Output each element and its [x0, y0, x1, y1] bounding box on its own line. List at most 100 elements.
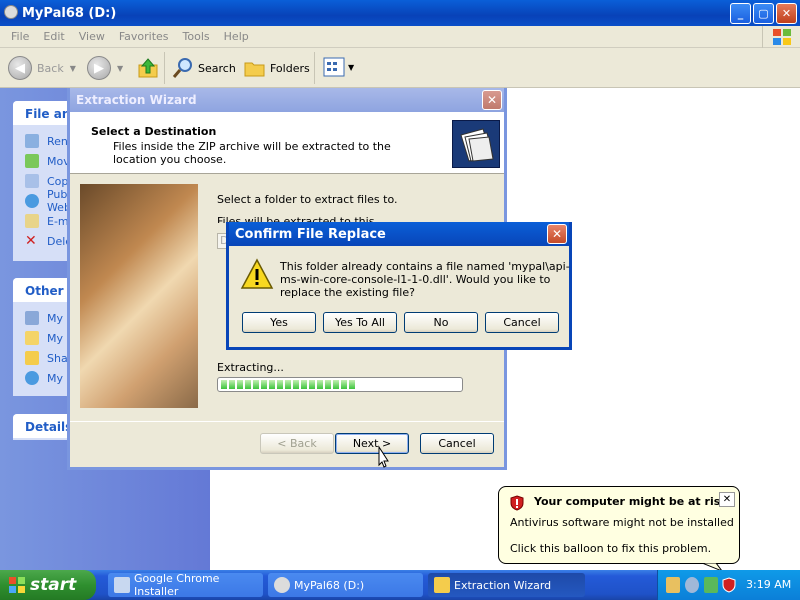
extracting-label: Extracting...	[217, 361, 284, 374]
windows-logo-icon	[762, 26, 800, 48]
drive-task-icon	[274, 577, 290, 593]
rename-icon	[25, 134, 39, 148]
folders-label: Folders	[270, 61, 310, 75]
folders-icon	[244, 62, 265, 77]
folders-graphic-icon	[452, 120, 500, 168]
menu-tools[interactable]: Tools	[183, 30, 210, 43]
progress-block	[293, 380, 299, 389]
progress-block	[261, 380, 267, 389]
progress-block	[309, 380, 315, 389]
wizard-title-bar: Extraction Wizard ✕	[70, 88, 504, 112]
network-icon	[25, 371, 39, 385]
up-folder-icon	[138, 58, 158, 78]
extraction-progress-bar	[217, 377, 463, 392]
forward-arrow-icon: ▶	[87, 56, 111, 80]
wizard-subheading: Files inside the ZIP archive will be ext…	[113, 140, 391, 166]
menu-help[interactable]: Help	[224, 30, 249, 43]
tray-app-icon[interactable]	[666, 577, 680, 593]
menu-view[interactable]: View	[79, 30, 105, 43]
start-label: start	[30, 575, 77, 595]
confirm-message: This folder already contains a file name…	[280, 260, 570, 299]
views-dropdown-icon[interactable]: ▼	[348, 63, 354, 72]
task-mypal68[interactable]: MyPal68 (D:)	[268, 573, 423, 597]
start-button[interactable]: start	[0, 570, 96, 600]
progress-block	[349, 380, 355, 389]
progress-block	[269, 380, 275, 389]
my-computer-icon	[25, 311, 39, 325]
balloon-close-button[interactable]: ✕	[719, 492, 735, 507]
balloon-line2: Click this balloon to fix this problem.	[510, 542, 712, 555]
search-button[interactable]: Search	[171, 56, 236, 80]
wizard-close-button[interactable]: ✕	[482, 90, 502, 110]
security-shield-icon	[510, 495, 524, 511]
yes-to-all-button[interactable]: Yes To All	[323, 312, 397, 333]
folders-button[interactable]: Folders	[243, 56, 310, 80]
progress-block	[333, 380, 339, 389]
views-icon	[323, 57, 345, 77]
progress-block	[245, 380, 251, 389]
wizard-header: Select a Destination Files inside the ZI…	[70, 112, 504, 174]
views-button[interactable]: ▼	[322, 56, 354, 78]
delete-icon: ✕	[25, 233, 37, 249]
shared-folder-icon	[25, 351, 39, 365]
wizard-side-image	[80, 184, 198, 408]
menu-file[interactable]: File	[11, 30, 29, 43]
task-chrome-installer[interactable]: Google Chrome Installer	[108, 572, 263, 598]
yes-button[interactable]: Yes	[242, 312, 316, 333]
menu-edit[interactable]: Edit	[43, 30, 64, 43]
close-button[interactable]: ✕	[776, 3, 797, 24]
back-wizard-button[interactable]: < Back	[260, 433, 334, 454]
menu-bar: File Edit View Favorites Tools Help	[0, 26, 800, 48]
copy-icon	[25, 174, 39, 188]
maximize-button[interactable]: ▢	[753, 3, 774, 24]
search-icon	[172, 58, 192, 78]
balloon-line1: Antivirus software might not be installe…	[510, 516, 734, 529]
cancel-button[interactable]: Cancel	[485, 312, 559, 333]
balloon-title: Your computer might be at risk	[534, 495, 728, 508]
email-icon	[25, 214, 39, 228]
toolbar: ◀ Back ▼ ▶ ▼ Search Folders ▼	[0, 48, 800, 88]
no-button[interactable]: No	[404, 312, 478, 333]
progress-block	[301, 380, 307, 389]
zip-folder-icon	[434, 577, 450, 593]
confirm-close-button[interactable]: ✕	[547, 224, 567, 244]
progress-block	[277, 380, 283, 389]
my-documents-icon	[25, 331, 39, 345]
search-label: Search	[198, 61, 236, 75]
publish-icon	[25, 194, 39, 208]
installer-icon	[114, 577, 130, 593]
warning-icon	[240, 258, 274, 289]
progress-block	[229, 380, 235, 389]
menu-favorites[interactable]: Favorites	[119, 30, 169, 43]
back-arrow-icon: ◀	[8, 56, 32, 80]
windows-flag-icon	[9, 577, 25, 593]
task-extraction-wizard[interactable]: Extraction Wizard	[428, 573, 585, 597]
next-button[interactable]: Next >	[335, 433, 409, 454]
back-dropdown-icon[interactable]: ▼	[70, 64, 76, 73]
confirm-title-bar: Confirm File Replace ✕	[229, 222, 569, 246]
taskbar: start Google Chrome Installer MyPal68 (D…	[0, 570, 800, 600]
move-icon	[25, 154, 39, 168]
confirm-replace-dialog: Confirm File Replace ✕ This folder alrea…	[226, 222, 572, 350]
security-balloon[interactable]: Your computer might be at risk ✕ Antivir…	[498, 486, 740, 572]
progress-block	[325, 380, 331, 389]
clock: 3:19 AM	[746, 578, 792, 591]
forward-dropdown-icon[interactable]: ▼	[117, 64, 123, 73]
back-button[interactable]: ◀ Back ▼	[8, 56, 76, 80]
progress-block	[285, 380, 291, 389]
wizard-title: Extraction Wizard	[76, 93, 197, 107]
confirm-title: Confirm File Replace	[235, 226, 386, 242]
tray-network-icon[interactable]	[704, 577, 718, 593]
progress-block	[317, 380, 323, 389]
select-folder-label: Select a folder to extract files to.	[217, 193, 398, 206]
forward-button[interactable]: ▶ ▼	[87, 56, 123, 80]
tray-volume-icon[interactable]	[685, 577, 699, 593]
tray-security-alert-icon[interactable]	[722, 577, 736, 593]
back-label: Back	[37, 61, 64, 75]
wizard-heading: Select a Destination	[91, 125, 217, 138]
wizard-cancel-button[interactable]: Cancel	[420, 433, 494, 454]
progress-block	[341, 380, 347, 389]
minimize-button[interactable]: _	[730, 3, 751, 24]
drive-icon	[4, 5, 18, 19]
up-folder-button[interactable]	[136, 56, 160, 80]
